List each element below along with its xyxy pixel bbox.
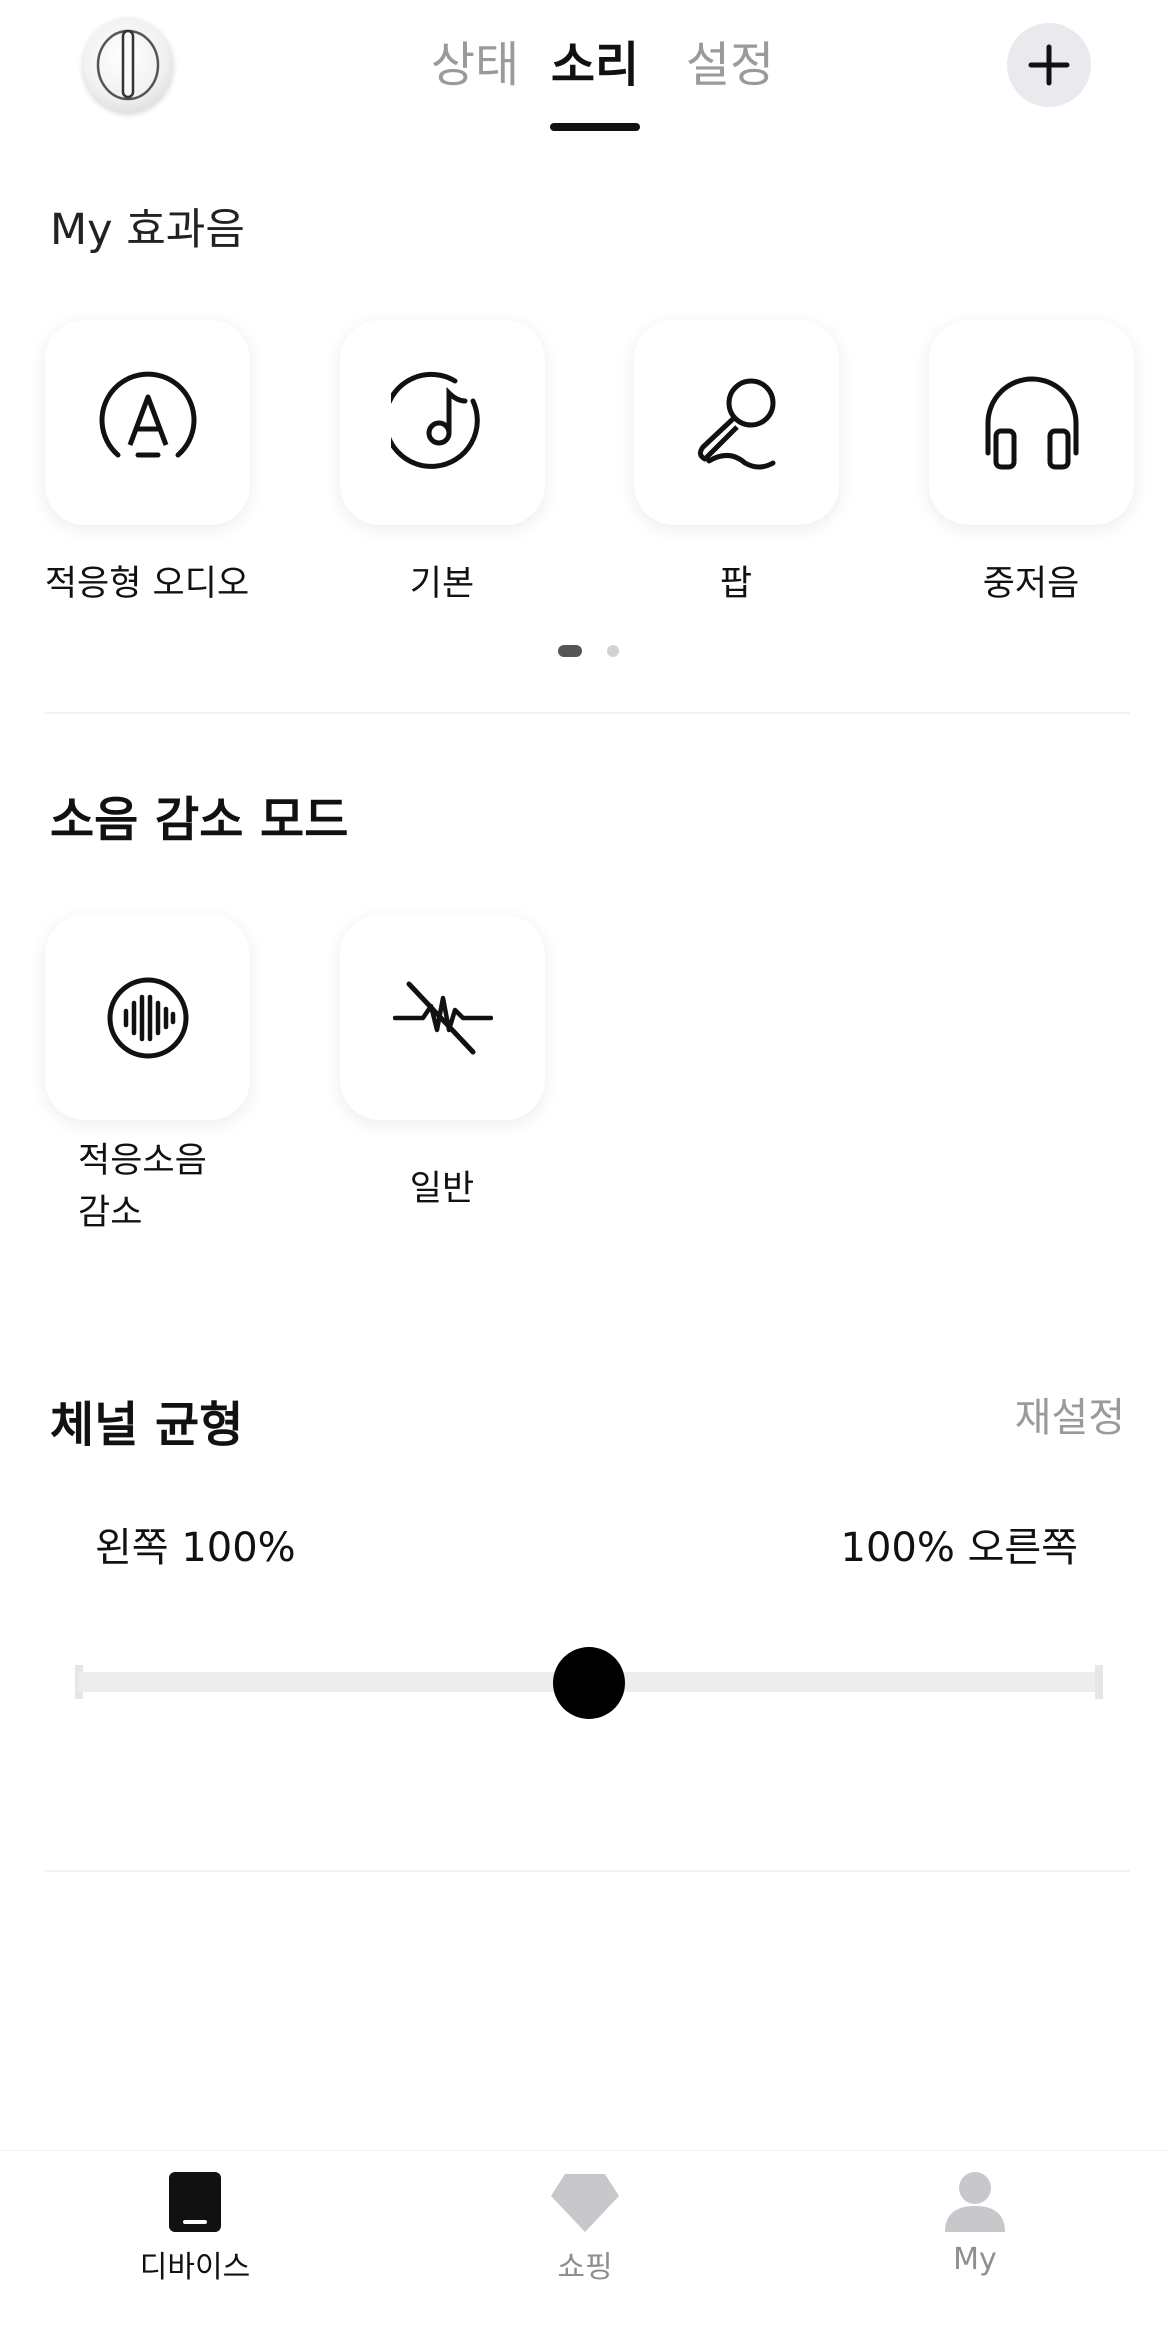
effect-card-bass[interactable] bbox=[929, 320, 1134, 525]
nav-item-my[interactable]: My bbox=[875, 2170, 1075, 2300]
effect-card-basic[interactable] bbox=[340, 320, 545, 525]
effect-label-bass: 중저음 bbox=[982, 564, 1080, 604]
adaptive-audio-icon bbox=[99, 371, 196, 457]
earbud-icon bbox=[96, 29, 160, 101]
slider-right-end bbox=[1095, 1665, 1103, 1699]
section-divider bbox=[45, 712, 1130, 714]
page-indicator[interactable] bbox=[607, 645, 619, 657]
nav-item-shopping[interactable]: 쇼핑 bbox=[485, 2170, 685, 2300]
headphones-icon bbox=[985, 376, 1078, 469]
tab-settings[interactable]: 설정 bbox=[675, 30, 785, 100]
noise-label-normal: 일반 bbox=[409, 1169, 475, 1209]
tab-status[interactable]: 상태 bbox=[420, 30, 530, 100]
left-balance-text: 왼쪽 100% bbox=[95, 1525, 296, 1571]
effect-label-pop: 팝 bbox=[719, 564, 753, 604]
effect-label-basic: 기본 bbox=[409, 564, 475, 604]
tab-sound[interactable]: 소리 bbox=[545, 30, 645, 100]
nav-item-device[interactable]: 디바이스 bbox=[95, 2170, 295, 2300]
right-balance-text: 100% 오른쪽 bbox=[840, 1525, 1078, 1571]
sound-wave-circle-icon bbox=[107, 977, 188, 1058]
noise-label-adaptive-line2: 감소 bbox=[78, 1193, 143, 1233]
reset-button[interactable]: 재설정 bbox=[1015, 1385, 1125, 1443]
noise-section-title: 소음 감소 모드 bbox=[50, 792, 349, 848]
effect-card-pop[interactable] bbox=[634, 320, 839, 525]
person-icon bbox=[945, 2172, 1005, 2232]
music-note-disc-icon bbox=[390, 371, 480, 469]
effect-label-adaptive-audio: 적응형 오디오 bbox=[44, 564, 250, 604]
section-divider bbox=[45, 1870, 1130, 1872]
nav-label-my: My bbox=[953, 2242, 997, 2277]
nav-label-shopping: 쇼핑 bbox=[557, 2250, 613, 2285]
active-tab-indicator bbox=[550, 123, 640, 131]
effect-card-adaptive-audio[interactable] bbox=[45, 320, 250, 525]
noise-card-normal[interactable] bbox=[340, 915, 545, 1120]
microphone-icon bbox=[697, 378, 775, 469]
noise-label-adaptive: 적응소음 감소 bbox=[78, 1135, 207, 1239]
noise-label-adaptive-line1: 적응소음 bbox=[78, 1141, 207, 1181]
add-button[interactable] bbox=[1007, 23, 1091, 107]
noise-card-adaptive[interactable] bbox=[45, 915, 250, 1120]
effects-section-title: My 효과음 bbox=[50, 205, 245, 255]
device-thumbnail[interactable] bbox=[83, 18, 173, 112]
noise-off-icon bbox=[392, 981, 493, 1054]
nav-label-device: 디바이스 bbox=[139, 2250, 251, 2285]
diamond-icon bbox=[551, 2174, 619, 2232]
page-indicator-active[interactable] bbox=[558, 645, 582, 657]
balance-section-title: 체널 균형 bbox=[50, 1397, 244, 1453]
balance-slider-thumb[interactable] bbox=[553, 1647, 625, 1719]
plus-icon bbox=[1028, 44, 1070, 86]
device-icon bbox=[169, 2172, 221, 2232]
